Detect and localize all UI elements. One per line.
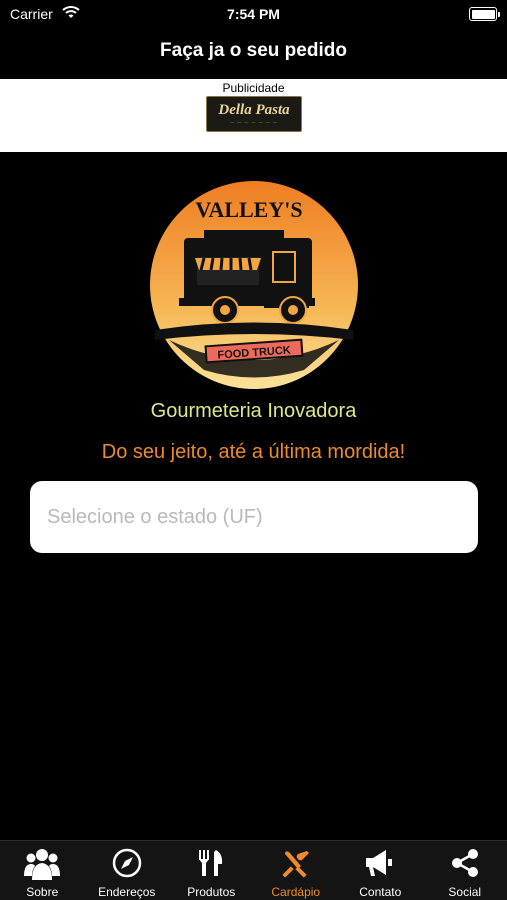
- ad-label: Publicidade: [222, 81, 285, 95]
- compass-icon: [112, 848, 141, 878]
- ad-banner[interactable]: Publicidade Della Pasta — — — — — — —: [0, 79, 507, 152]
- state-select[interactable]: Selecione o estado (UF): [30, 481, 478, 553]
- tab-label: Produtos: [187, 885, 236, 899]
- battery-icon: [469, 7, 500, 21]
- tagline-secondary: Do seu jeito, até a última mordida!: [101, 441, 406, 463]
- ad-logo-text: Della Pasta: [218, 102, 290, 118]
- tab-label: Social: [448, 885, 482, 899]
- valleys-food-truck-logo: VALLEY'S FOOD TRUCK: [149, 180, 359, 390]
- tab-label: Sobre: [26, 885, 59, 899]
- tab-label: Endereços: [98, 885, 156, 899]
- tab-label: Cardápio: [271, 885, 321, 899]
- status-time: 7:54 PM: [227, 6, 280, 22]
- people-icon: [24, 849, 61, 880]
- tab-cardapio[interactable]: Cardápio: [254, 841, 339, 900]
- ad-logo-divider: — — — — — — —: [230, 119, 278, 124]
- tab-contato[interactable]: Contato: [338, 841, 423, 900]
- status-bar: Carrier 7:54 PM: [0, 0, 507, 28]
- della-pasta-logo[interactable]: Della Pasta — — — — — — —: [206, 96, 302, 132]
- tab-sobre[interactable]: Sobre: [0, 841, 85, 900]
- tab-label: Contato: [359, 885, 402, 899]
- tab-enderecos[interactable]: Endereços: [85, 841, 170, 900]
- tagline-primary: Gourmeteria Inovadora: [150, 400, 357, 422]
- logo-title: VALLEY'S: [195, 197, 302, 222]
- page-title: Faça ja o seu pedido: [160, 40, 347, 61]
- share-icon: [451, 849, 478, 877]
- megaphone-icon: [366, 850, 393, 876]
- tab-produtos[interactable]: Produtos: [169, 841, 254, 900]
- utensils-icon: [199, 850, 223, 876]
- tab-bar: Sobre Endereços Produtos Cardápio Contat…: [0, 840, 507, 900]
- crossed-utensils-icon: [282, 851, 309, 878]
- tab-social[interactable]: Social: [423, 841, 507, 900]
